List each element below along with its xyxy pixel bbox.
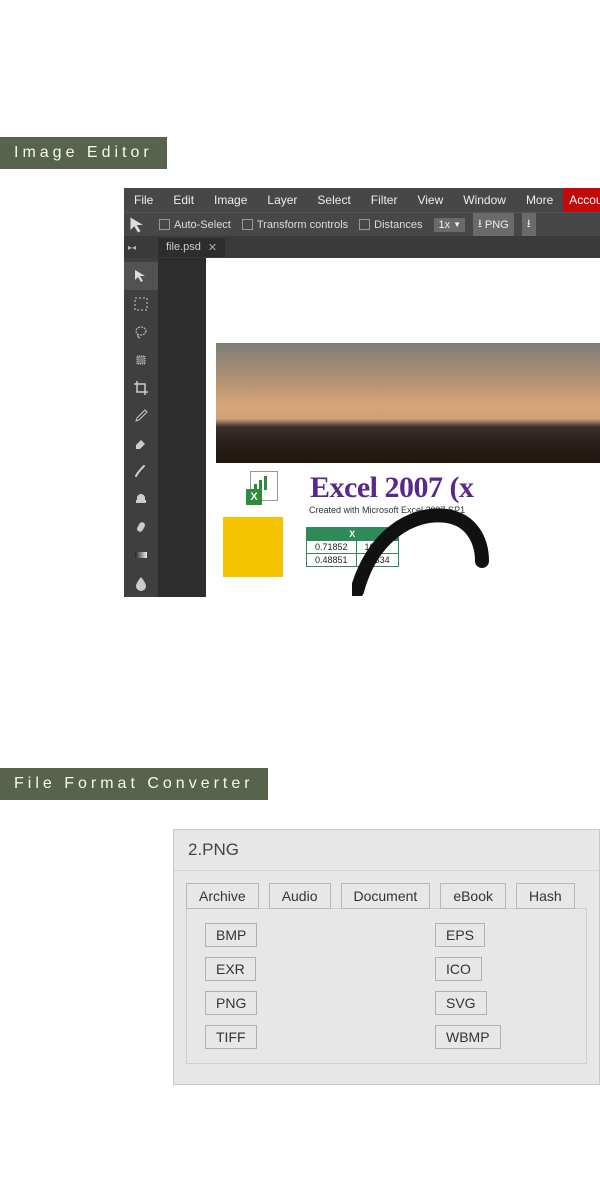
checkbox-icon bbox=[359, 219, 370, 230]
menu-more[interactable]: More bbox=[516, 188, 563, 212]
distances-label: Distances bbox=[374, 219, 422, 231]
gradient-tool[interactable] bbox=[124, 541, 158, 569]
export-format-label: PNG bbox=[485, 219, 509, 231]
canvas[interactable]: X Excel 2007 (x Created with Microsoft E… bbox=[206, 258, 600, 597]
menu-select[interactable]: Select bbox=[307, 188, 360, 212]
brush-stroke bbox=[352, 506, 492, 596]
document-tab-row: ▸◂ file.psd ✕ bbox=[124, 236, 600, 258]
blur-tool[interactable] bbox=[124, 569, 158, 597]
menu-layer[interactable]: Layer bbox=[257, 188, 307, 212]
zoom-dropdown[interactable]: 1x ▼ bbox=[434, 218, 465, 232]
menu-image[interactable]: Image bbox=[204, 188, 257, 212]
export-secondary-button[interactable]: ⭳ bbox=[522, 213, 536, 236]
file-converter-panel: 2.PNG Archive Audio Document eBook Hash … bbox=[173, 829, 600, 1085]
image-editor-window: File Edit Image Layer Select Filter View… bbox=[124, 188, 600, 597]
format-svg[interactable]: SVG bbox=[435, 991, 487, 1015]
format-tiff[interactable]: TIFF bbox=[205, 1025, 257, 1049]
yellow-square bbox=[223, 517, 283, 577]
transform-controls-toggle[interactable]: Transform controls bbox=[242, 219, 348, 231]
tab-document[interactable]: Document bbox=[341, 883, 431, 909]
format-bmp[interactable]: BMP bbox=[205, 923, 257, 947]
lasso-tool[interactable] bbox=[124, 318, 158, 346]
menu-file[interactable]: File bbox=[124, 188, 163, 212]
clone-stamp-tool[interactable] bbox=[124, 485, 158, 513]
tab-archive[interactable]: Archive bbox=[186, 883, 259, 909]
tab-hash[interactable]: Hash bbox=[516, 883, 575, 909]
tool-strip bbox=[124, 258, 158, 597]
tab-ebook[interactable]: eBook bbox=[440, 883, 506, 909]
menu-view[interactable]: View bbox=[407, 188, 453, 212]
photo-layer bbox=[216, 343, 600, 463]
magic-wand-tool[interactable] bbox=[124, 346, 158, 374]
healing-tool[interactable] bbox=[124, 513, 158, 541]
canvas-area: X Excel 2007 (x Created with Microsoft E… bbox=[158, 258, 600, 597]
canvas-gutter bbox=[158, 258, 206, 597]
menu-edit[interactable]: Edit bbox=[163, 188, 204, 212]
category-tabs: Archive Audio Document eBook Hash bbox=[186, 883, 587, 909]
transform-controls-label: Transform controls bbox=[257, 219, 348, 231]
chevron-down-icon: ▼ bbox=[453, 220, 461, 229]
format-grid: BMP EXR PNG TIFF EPS ICO SVG WBMP bbox=[186, 908, 587, 1064]
eyedropper-tool[interactable] bbox=[124, 402, 158, 430]
auto-select-toggle[interactable]: Auto-Select bbox=[159, 219, 231, 231]
format-eps[interactable]: EPS bbox=[435, 923, 485, 947]
document-filename: file.psd bbox=[166, 241, 201, 253]
section-title-converter: File Format Converter bbox=[0, 768, 268, 800]
collapse-icon[interactable]: ▸◂ bbox=[128, 243, 136, 252]
menu-filter[interactable]: Filter bbox=[361, 188, 408, 212]
menu-bar: File Edit Image Layer Select Filter View… bbox=[124, 188, 600, 212]
menu-window[interactable]: Window bbox=[453, 188, 516, 212]
distances-toggle[interactable]: Distances bbox=[359, 219, 422, 231]
download-icon: ⭳ bbox=[478, 215, 482, 234]
format-ico[interactable]: ICO bbox=[435, 957, 482, 981]
format-exr[interactable]: EXR bbox=[205, 957, 256, 981]
tab-audio[interactable]: Audio bbox=[269, 883, 331, 909]
marquee-tool[interactable] bbox=[124, 290, 158, 318]
crop-tool[interactable] bbox=[124, 374, 158, 402]
excel-heading: Excel 2007 (x bbox=[310, 471, 473, 505]
auto-select-label: Auto-Select bbox=[174, 219, 231, 231]
move-tool[interactable] bbox=[124, 262, 158, 290]
converter-filename: 2.PNG bbox=[174, 830, 599, 871]
format-png[interactable]: PNG bbox=[205, 991, 257, 1015]
checkbox-icon bbox=[159, 219, 170, 230]
move-tool-icon bbox=[128, 215, 148, 235]
section-title-image-editor: Image Editor bbox=[0, 137, 167, 169]
options-bar: Auto-Select Transform controls Distances… bbox=[124, 212, 600, 236]
format-wbmp[interactable]: WBMP bbox=[435, 1025, 501, 1049]
export-button[interactable]: ⭳ PNG bbox=[473, 213, 514, 236]
close-icon[interactable]: ✕ bbox=[208, 241, 217, 254]
download-icon: ⭳ bbox=[527, 215, 531, 234]
brush-tool[interactable] bbox=[124, 457, 158, 485]
eraser-tool[interactable] bbox=[124, 430, 158, 458]
zoom-value: 1x bbox=[438, 219, 450, 231]
account-button[interactable]: Account bbox=[563, 188, 600, 212]
document-tab[interactable]: file.psd ✕ bbox=[158, 238, 225, 257]
checkbox-icon bbox=[242, 219, 253, 230]
excel-file-icon: X bbox=[250, 471, 280, 501]
